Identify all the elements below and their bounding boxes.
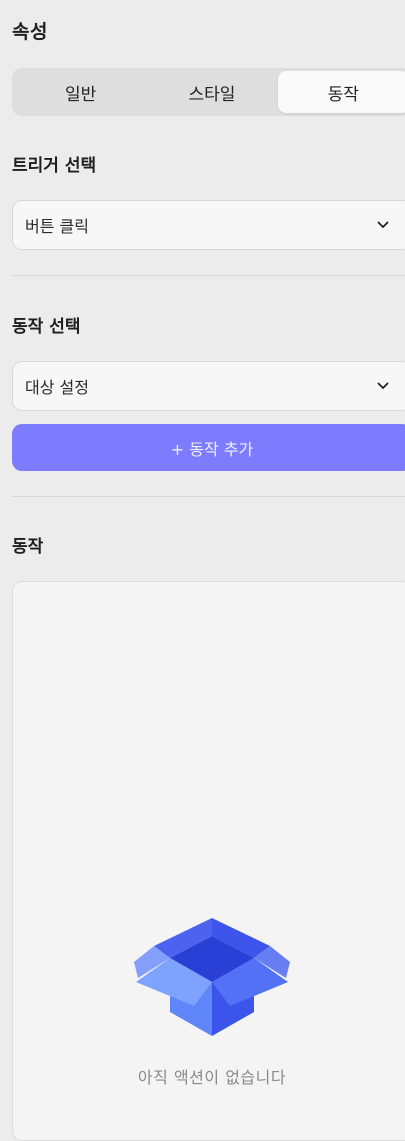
tab-style[interactable]: 스타일 (146, 71, 277, 113)
actions-label: 동작 (12, 537, 44, 557)
chevron-down-icon (373, 215, 393, 235)
empty-state-text: 아직 액션이 없습니다 (137, 1068, 287, 1087)
properties-panel: 속성 일반 스타일 동작 트리거 선택 버튼 클릭 동작 선택 대상 설정 + … (0, 0, 405, 1141)
trigger-select-value: 버튼 클릭 (25, 217, 89, 236)
add-action-button[interactable]: + 동작 추가 (12, 424, 405, 471)
action-select-label: 동작 선택 (12, 317, 81, 337)
divider (12, 275, 405, 276)
trigger-select[interactable]: 버튼 클릭 (12, 200, 405, 250)
actions-list (12, 581, 405, 1141)
divider (12, 496, 405, 497)
chevron-down-icon (373, 376, 393, 396)
panel-title: 속성 (12, 21, 48, 43)
tab-bar: 일반 스타일 동작 (12, 68, 405, 116)
open-box-icon (134, 918, 290, 1036)
tab-action[interactable]: 동작 (277, 71, 405, 113)
tab-general[interactable]: 일반 (15, 71, 146, 113)
action-select[interactable]: 대상 설정 (12, 361, 405, 411)
trigger-label: 트리거 선택 (12, 156, 97, 176)
action-select-value: 대상 설정 (25, 378, 89, 397)
